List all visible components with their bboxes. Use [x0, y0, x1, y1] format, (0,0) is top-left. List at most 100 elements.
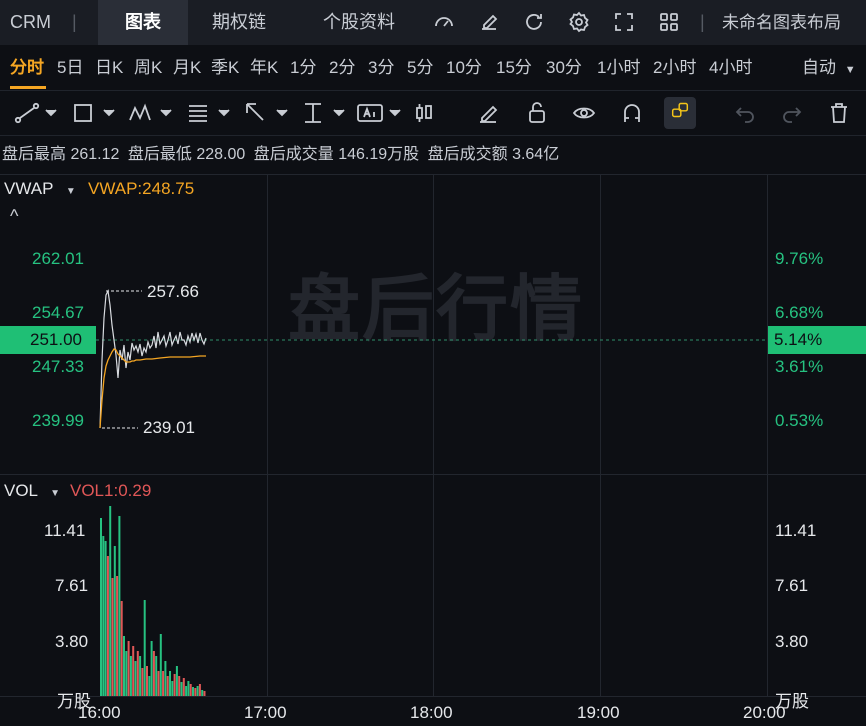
volume-bar: [106, 556, 109, 696]
tab-options[interactable]: 期权链: [212, 0, 266, 45]
ah-high-label: 盘后最高: [2, 146, 67, 163]
undo-icon[interactable]: [733, 100, 757, 126]
volume-bar: [180, 682, 183, 696]
period-1h[interactable]: 1小时: [597, 45, 640, 90]
redo-icon[interactable]: [780, 100, 804, 126]
period-quarterly[interactable]: 季K: [211, 45, 239, 90]
volume-bar: [164, 661, 167, 696]
ah-turnover-label: 盘后成交额: [427, 146, 508, 163]
link-drawings-icon[interactable]: [664, 97, 696, 129]
ah-turnover-value: 3.64亿: [512, 146, 560, 163]
ah-low-label: 盘后最低: [127, 146, 192, 163]
volume-bar: [136, 651, 139, 696]
period-5m[interactable]: 5分: [407, 45, 433, 90]
ticker-label: CRM: [10, 12, 51, 32]
gear-icon[interactable]: [567, 10, 591, 34]
chevron-down-icon: ▼: [844, 64, 856, 76]
volume-bar: [100, 518, 102, 696]
period-intraday[interactable]: 分时: [10, 45, 44, 90]
measure-tool-icon[interactable]: [300, 100, 346, 126]
layout-divider: |: [700, 12, 705, 32]
volume-bars: [100, 506, 206, 696]
x-tick: 17:00: [244, 703, 287, 722]
volume-bar: [175, 666, 178, 696]
volume-bar: [129, 656, 132, 696]
price-chart: [96, 289, 768, 429]
ah-volume-value: 146.19万股: [338, 146, 420, 163]
vwap-line: [99, 348, 206, 429]
period-10m[interactable]: 10分: [446, 45, 482, 90]
volume-bar: [146, 666, 148, 696]
volume-bar: [157, 671, 160, 696]
period-daily[interactable]: 日K: [95, 45, 123, 90]
volume-bar: [178, 676, 181, 696]
tab-chart[interactable]: 图表: [98, 0, 188, 45]
volume-bar: [127, 641, 130, 696]
auto-scale-select[interactable]: 自动 ▼: [802, 45, 856, 90]
unlock-icon[interactable]: [525, 100, 549, 126]
period-bar: 分时 5日 日K 周K 月K 季K 年K 1分 2分 3分 5分 10分 15分…: [0, 45, 866, 90]
volume-bar: [141, 668, 144, 696]
ah-high-value: 261.12: [70, 146, 120, 163]
rectangle-tool-icon[interactable]: [70, 100, 116, 126]
ah-volume-label: 盘后成交量: [253, 146, 334, 163]
drawing-toolbar: [0, 90, 866, 136]
x-axis-line: [0, 696, 866, 697]
volume-bar: [102, 536, 105, 696]
layout-grid-icon[interactable]: [657, 10, 681, 34]
volume-bar: [182, 678, 185, 696]
auto-scale-label: 自动: [802, 58, 836, 77]
volume-bar: [203, 691, 206, 696]
volume-bar: [118, 516, 121, 696]
volume-bar: [109, 506, 112, 696]
trendline-tool-icon[interactable]: [12, 100, 58, 126]
volume-bar: [125, 651, 128, 696]
fibonacci-tool-icon[interactable]: [185, 100, 231, 126]
trash-icon[interactable]: [827, 100, 851, 126]
period-yearly[interactable]: 年K: [250, 45, 278, 90]
volume-bar: [143, 600, 146, 696]
brush-icon[interactable]: [476, 100, 500, 126]
refresh-icon[interactable]: [522, 10, 546, 34]
period-15m[interactable]: 15分: [496, 45, 532, 90]
volume-bar: [192, 687, 194, 696]
volume-bar: [139, 656, 142, 696]
text-tool-icon[interactable]: [356, 100, 402, 126]
volume-bar: [196, 686, 199, 696]
volume-bar: [116, 576, 119, 696]
arrow-tool-icon[interactable]: [243, 100, 289, 126]
volume-bar: [104, 541, 107, 696]
period-2m[interactable]: 2分: [329, 45, 355, 90]
period-5d[interactable]: 5日: [57, 45, 83, 90]
volume-bar: [113, 546, 116, 696]
period-2h[interactable]: 2小时: [653, 45, 696, 90]
period-4h[interactable]: 4小时: [709, 45, 752, 90]
x-tick: 18:00: [410, 703, 453, 722]
volume-bar: [198, 684, 201, 696]
candle-tool-icon[interactable]: [412, 100, 436, 126]
x-tick: 20:00: [743, 703, 786, 722]
volume-bar: [152, 651, 155, 696]
volume-bar: [173, 674, 176, 696]
volume-bar: [162, 671, 165, 696]
fullscreen-icon[interactable]: [612, 10, 636, 34]
ticker-divider: |: [72, 12, 77, 32]
tab-profile[interactable]: 个股资料: [323, 0, 395, 45]
period-weekly[interactable]: 周K: [134, 45, 162, 90]
eye-icon[interactable]: [572, 100, 596, 126]
gauge-icon[interactable]: [432, 10, 456, 34]
edit-icon[interactable]: [477, 10, 501, 34]
magnet-icon[interactable]: [620, 100, 644, 126]
pattern-tool-icon[interactable]: [127, 100, 173, 126]
period-30m[interactable]: 30分: [546, 45, 582, 90]
layout-name[interactable]: 未命名图表布局: [722, 0, 841, 45]
volume-bar: [134, 661, 137, 696]
ah-low-value: 228.00: [196, 146, 246, 163]
x-tick: 16:00: [78, 703, 121, 722]
top-bar: CRM | 图表 期权链 个股资料 | 未命名图表布局: [0, 0, 866, 45]
volume-bar: [189, 684, 192, 696]
period-3m[interactable]: 3分: [368, 45, 394, 90]
volume-bar: [120, 601, 123, 696]
period-1m[interactable]: 1分: [290, 45, 316, 90]
period-monthly[interactable]: 月K: [173, 45, 201, 90]
